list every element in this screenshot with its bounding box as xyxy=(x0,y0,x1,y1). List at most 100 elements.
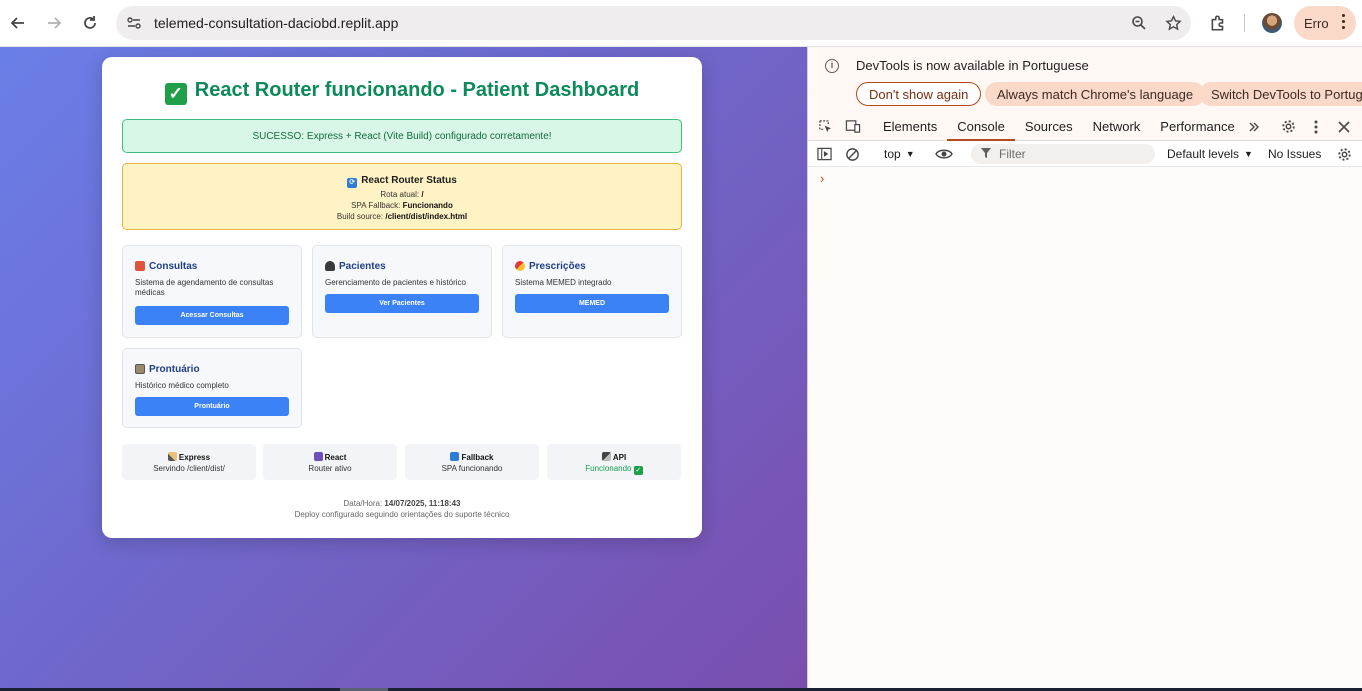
stat-title-text: API xyxy=(612,453,627,462)
error-label: Erro xyxy=(1304,15,1329,31)
toolbar-divider xyxy=(1244,14,1245,32)
check-mark-icon: ✓ xyxy=(164,83,187,105)
feature-description: Histórico médico completo xyxy=(135,381,229,390)
ver-pacientes-button[interactable]: Ver Pacientes xyxy=(325,294,479,313)
page-title: ✓ React Router funcionando - Patient Dash… xyxy=(102,79,702,105)
close-icon[interactable] xyxy=(1330,113,1358,141)
router-status-panel: ⟳ React Router Status Rota atual: / SPA F… xyxy=(122,163,682,230)
plug-icon xyxy=(601,452,611,461)
clear-console-icon[interactable] xyxy=(838,140,866,168)
datetime-line: Data/Hora: 14/07/2025, 11:18:43 xyxy=(102,498,702,509)
fallback-line: SPA Fallback: Funcionando xyxy=(123,200,681,211)
stat-title: API xyxy=(547,452,681,463)
stat-title: Express xyxy=(122,452,256,463)
devtools-menu-icon[interactable] xyxy=(1302,113,1330,141)
filter-placeholder: Filter xyxy=(999,147,1026,161)
live-expression-eye-icon[interactable] xyxy=(930,140,958,168)
stat-title-text: Express xyxy=(178,453,211,462)
calendar-icon xyxy=(135,261,145,271)
feature-card-prescricoes: Prescrições Sistema MEMED integrado MEME… xyxy=(502,245,682,338)
levels-value: Default levels xyxy=(1167,147,1240,161)
feature-card-prontuario: Prontuário Histórico médico completo Pro… xyxy=(122,348,302,428)
feature-title-text: Pacientes xyxy=(339,260,386,272)
stat-title-text: React xyxy=(324,453,347,462)
datetime-label: Data/Hora: xyxy=(343,499,383,508)
stat-subtitle: Servindo /client/dist/ xyxy=(153,464,225,473)
prontuario-button[interactable]: Prontuário xyxy=(135,397,289,416)
star-icon[interactable] xyxy=(1163,13,1183,33)
route-line: Rota atual: / xyxy=(123,189,681,200)
page-title-text: React Router funcionando - Patient Dashb… xyxy=(194,79,640,101)
pencil-icon xyxy=(167,452,177,461)
tab-performance[interactable]: Performance xyxy=(1150,113,1244,141)
log-levels-dropdown[interactable]: Default levels ▼ xyxy=(1167,147,1253,161)
browser-toolbar: telemed-consultation-daciobd.replit.app … xyxy=(0,0,1362,47)
context-selector[interactable]: top ▼ xyxy=(884,147,915,161)
address-bar[interactable]: telemed-consultation-daciobd.replit.app xyxy=(116,6,1191,40)
reload-icon[interactable] xyxy=(72,5,108,41)
status-title: ⟳ React Router Status xyxy=(123,175,681,188)
feature-title-pacientes: Pacientes xyxy=(325,259,479,273)
feature-title-prescricoes: Prescrições xyxy=(515,259,669,273)
feature-title-prontuario: Prontuário xyxy=(135,362,289,376)
more-tabs-icon[interactable] xyxy=(1245,113,1263,141)
zoom-icon[interactable] xyxy=(1129,13,1149,33)
language-banner: i DevTools is now available in Portugues… xyxy=(808,47,1362,113)
url-text[interactable]: telemed-consultation-daciobd.replit.app xyxy=(154,15,398,31)
page-viewport: ✓ React Router funcionando - Patient Dash… xyxy=(0,47,807,688)
extensions-icon[interactable] xyxy=(1205,10,1231,36)
feature-title-text: Prontuário xyxy=(149,363,200,375)
device-toolbar-icon[interactable] xyxy=(839,113,867,141)
status-title-text: React Router Status xyxy=(361,175,457,186)
tab-console[interactable]: Console xyxy=(947,113,1015,141)
tab-sources[interactable]: Sources xyxy=(1015,113,1083,141)
dont-show-again-button[interactable]: Don't show again xyxy=(856,82,982,106)
fallback-value: Funcionando xyxy=(402,201,453,210)
success-alert: SUCESSO: Express + React (Vite Build) co… xyxy=(122,119,682,153)
info-icon: i xyxy=(825,59,839,73)
pill-icon xyxy=(515,261,525,271)
site-info-icon[interactable] xyxy=(118,7,150,39)
filter-input[interactable]: Filter xyxy=(971,144,1155,164)
console-settings-gear-icon[interactable] xyxy=(1330,140,1358,168)
route-value: / xyxy=(421,190,424,199)
profile-avatar[interactable] xyxy=(1262,13,1282,33)
feature-description: Sistema MEMED integrado xyxy=(515,278,612,287)
sidebar-toggle-icon[interactable] xyxy=(810,140,838,168)
api-status-text: Funcionando xyxy=(585,464,632,473)
stat-express: Express Servindo /client/dist/ xyxy=(122,444,256,480)
refresh-icon: ⟳ xyxy=(347,178,358,188)
menu-icon[interactable] xyxy=(1342,14,1346,32)
inspect-element-icon[interactable] xyxy=(811,113,839,141)
switch-language-button[interactable]: Switch DevTools to Portuguese xyxy=(1199,82,1362,106)
feature-description: Gerenciamento de pacientes e histórico xyxy=(325,278,466,287)
build-line: Build source: /client/dist/index.html xyxy=(123,211,681,222)
back-icon[interactable] xyxy=(0,5,36,41)
dashboard-card: ✓ React Router funcionando - Patient Dash… xyxy=(102,57,702,538)
stat-title: Fallback xyxy=(405,452,539,463)
devtools-tabbar: Elements Console Sources Network Perform… xyxy=(808,113,1362,141)
tab-network[interactable]: Network xyxy=(1083,113,1151,141)
console-output[interactable]: › xyxy=(808,167,1362,688)
console-prompt[interactable]: › xyxy=(820,171,824,186)
stat-api: API Funcionando ✓ xyxy=(547,444,681,480)
feature-title-text: Prescrições xyxy=(529,260,586,272)
banner-message: DevTools is now available in Portuguese xyxy=(856,58,1089,73)
error-profile-button[interactable]: Erro xyxy=(1294,6,1356,40)
always-match-language-button[interactable]: Always match Chrome's language xyxy=(985,82,1206,106)
shuffle-icon xyxy=(450,452,460,461)
forward-icon[interactable] xyxy=(36,5,72,41)
feature-description: Sistema de agendamento de consultas médi… xyxy=(135,278,274,297)
settings-gear-icon[interactable] xyxy=(1274,113,1302,141)
acessar-consultas-button[interactable]: Acessar Consultas xyxy=(135,306,289,325)
tab-elements[interactable]: Elements xyxy=(873,113,947,141)
stat-subtitle: Funcionando ✓ xyxy=(547,463,681,475)
stat-subtitle: SPA funcionando xyxy=(441,464,503,473)
footer-note: Deploy configurado seguindo orientações … xyxy=(294,510,510,519)
issues-counter[interactable]: No Issues xyxy=(1268,147,1321,161)
stat-fallback: Fallback SPA funcionando xyxy=(405,444,539,480)
stat-title-text: Fallback xyxy=(461,453,494,462)
check-box-icon: ✓ xyxy=(633,466,643,475)
feature-card-pacientes: Pacientes Gerenciamento de pacientes e h… xyxy=(312,245,492,338)
memed-button[interactable]: MEMED xyxy=(515,294,669,313)
